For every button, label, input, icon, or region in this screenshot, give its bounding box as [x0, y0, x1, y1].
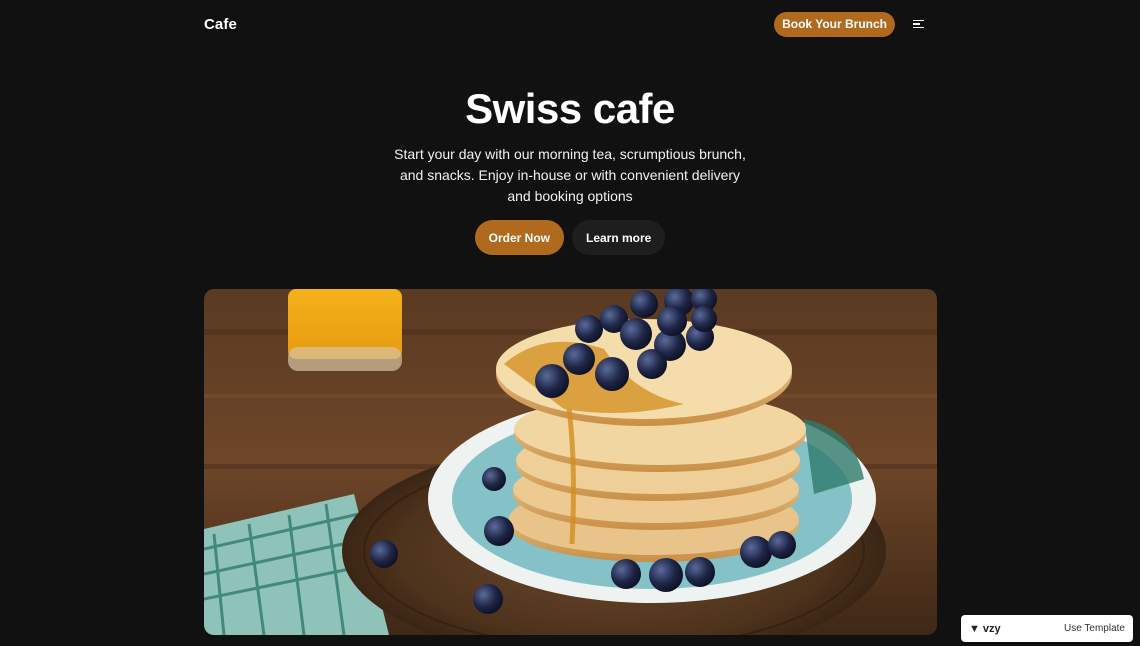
hero-title: Swiss cafe	[465, 85, 675, 132]
page: Cafe Book Your Brunch Swiss cafe Start y…	[0, 0, 1140, 646]
hero-subtitle-line: and booking options	[507, 188, 633, 204]
book-brunch-button[interactable]: Book Your Brunch	[774, 11, 895, 37]
v-logo-icon: ▼	[969, 622, 980, 635]
learn-more-button[interactable]: Learn more	[571, 220, 666, 255]
template-badge: ▼ vzy Use Template	[961, 615, 1133, 642]
hero-image	[204, 289, 937, 635]
badge-logo-text: vzy	[982, 622, 1001, 635]
menu-icon-line	[913, 27, 924, 29]
hero-subtitle: Start your day with our morning tea, scr…	[370, 144, 770, 207]
menu-icon[interactable]	[913, 19, 924, 29]
badge-logo: ▼ vzy	[969, 623, 1001, 635]
pancake-stack-photo-icon	[204, 289, 937, 635]
header: Cafe Book Your Brunch	[204, 11, 924, 37]
header-actions: Book Your Brunch	[774, 11, 924, 37]
hero-subtitle-line: Start your day with our morning tea, scr…	[394, 146, 746, 162]
order-now-button[interactable]: Order Now	[474, 220, 564, 255]
use-template-link[interactable]: Use Template	[1064, 623, 1125, 634]
brand-logo[interactable]: Cafe	[204, 16, 237, 33]
hero-subtitle-line: and snacks. Enjoy in-house or with conve…	[399, 167, 741, 183]
menu-icon-line	[913, 23, 920, 25]
hero-actions: Order Now Learn more	[0, 220, 1140, 255]
menu-icon-line	[913, 19, 924, 21]
